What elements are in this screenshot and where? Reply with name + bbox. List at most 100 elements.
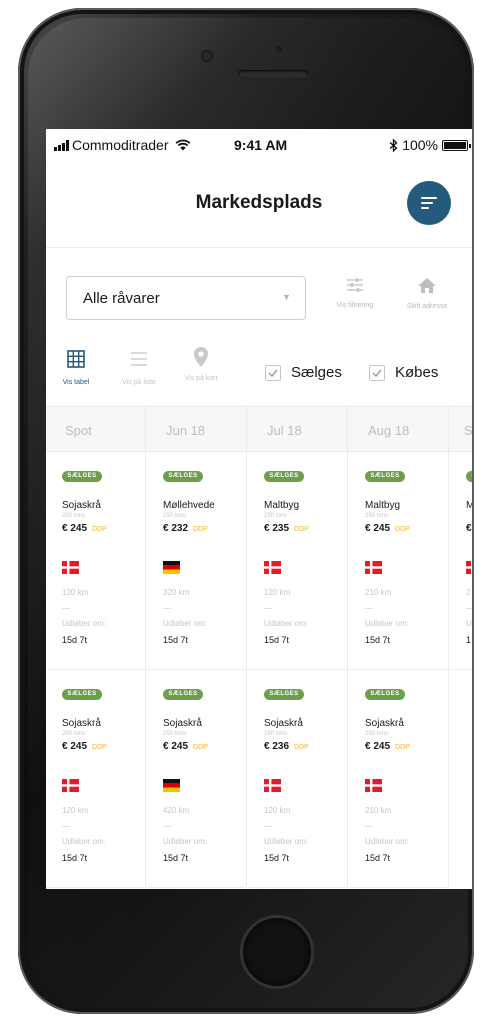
divider: [264, 826, 272, 827]
checkbox-selling-label: Sælges: [291, 364, 342, 381]
delivery-term: DDP: [294, 744, 309, 751]
price-value: € 236: [264, 741, 290, 752]
divider: [62, 608, 70, 609]
offer-cell[interactable]: SÆLGES Sojaskrå 250 tons € 236 DDP 120 km Udlø…: [248, 670, 348, 888]
offer-cell[interactable]: SÆLGES Sojaskrå 250 tons € 245 DDP 210 km Udlø…: [349, 670, 449, 888]
proximity-sensor: [276, 46, 282, 52]
home-icon: [418, 278, 436, 293]
wifi-icon: [176, 139, 191, 151]
offer-cell[interactable]: SÆLGES Sojaskrå 250 tons € 245 DDP 120 km Udlø…: [46, 452, 146, 670]
product-name: M: [466, 500, 472, 511]
column-header-spot[interactable]: Spot: [46, 407, 146, 453]
offer-cell[interactable]: SÆLGES Sojaskrå 250 tons € 245 DDP 120 km Udlø…: [46, 670, 146, 888]
view-table-tab[interactable]: Vis tabel: [56, 350, 96, 386]
offer-cell[interactable]: SÆLGES Maltbyg 250 tons € 235 DDP 120 km Udløb…: [248, 452, 348, 670]
expires-value: 15d 7t: [264, 853, 290, 863]
price-value: € 235: [264, 523, 290, 534]
price: € 245 DDP: [365, 741, 410, 752]
denmark-flag-icon: [365, 779, 382, 792]
delivery-term: DDP: [395, 744, 410, 751]
price: € 245 DDP: [163, 741, 208, 752]
app-header: Markedsplads: [46, 159, 472, 248]
selling-badge: SÆLGES: [163, 689, 203, 700]
offer-cell[interactable]: SÆLGES Maltbyg 250 tons € 245 DDP 210 km Udløb…: [349, 452, 449, 670]
map-pin-icon: [194, 347, 208, 367]
expires-label: Udløber om:: [163, 837, 208, 846]
view-map-tab[interactable]: Vis på kort: [176, 346, 226, 382]
app-screen: Commoditrader 9:41 AM 100% Markedsplads: [46, 129, 472, 889]
distance: 120 km: [264, 588, 291, 597]
expires-value: 15d 7t: [365, 853, 391, 863]
expires-label: Udløber om:: [264, 619, 309, 628]
checkbox-selling-box[interactable]: [265, 364, 281, 381]
change-address-button[interactable]: Skift adresse: [395, 277, 459, 310]
quantity: 250 tons: [264, 513, 288, 519]
product-name: Sojaskrå: [163, 718, 202, 729]
expires-label: Udløber om:: [365, 619, 410, 628]
expires-label: Udløber om:: [62, 619, 107, 628]
carrier-name: Commoditrader: [72, 137, 169, 153]
distance: 320 km: [163, 588, 190, 597]
expires-label: Udløber om:: [62, 837, 107, 846]
home-button[interactable]: [240, 915, 314, 989]
checkmark-icon: [372, 369, 382, 377]
table-grid-icon: [67, 350, 85, 368]
offer-cell[interactable]: SÆLGES Møllehvede 250 tons € 232 DDP 320 km Ud…: [147, 452, 247, 670]
price-value: € 245: [365, 741, 391, 752]
checkbox-buying-box[interactable]: [369, 364, 385, 381]
price: € 236 DDP: [264, 741, 309, 752]
delivery-term: DDP: [294, 526, 309, 533]
commodity-dropdown[interactable]: Alle råvarer ▼: [66, 276, 306, 320]
checkbox-buying-label: Købes: [395, 364, 439, 381]
price: € 245 DDP: [62, 523, 107, 534]
distance: 210 km: [365, 806, 392, 815]
expires-label: Udløber om:: [466, 619, 472, 628]
menu-button[interactable]: [407, 181, 451, 225]
checkbox-buying[interactable]: Købes: [369, 364, 438, 381]
selling-badge: SÆLGES: [365, 471, 405, 482]
column-header-jun[interactable]: Jun 18: [147, 407, 247, 453]
denmark-flag-icon: [466, 561, 472, 574]
list-icon: [131, 352, 147, 366]
battery-icon: [442, 139, 471, 151]
product-name: Sojaskrå: [62, 718, 101, 729]
divider: [365, 826, 373, 827]
denmark-flag-icon: [365, 561, 382, 574]
divider: [466, 608, 472, 609]
bluetooth-icon: [389, 138, 398, 152]
quantity: 250 tons: [163, 731, 187, 737]
column-header-sep[interactable]: S: [450, 407, 472, 453]
denmark-flag-icon: [264, 561, 281, 574]
checkbox-selling[interactable]: Sælges: [265, 364, 342, 381]
expires-value: 15d 7t: [163, 635, 189, 645]
price-value: € 245: [62, 523, 88, 534]
view-list-tab[interactable]: Vis på liste: [110, 350, 168, 386]
selling-badge: SÆLGES: [163, 471, 203, 482]
view-table-label: Vis tabel: [62, 379, 90, 386]
delivery-term: DDP: [92, 744, 107, 751]
price-value: €: [466, 523, 472, 534]
product-name: Sojaskrå: [264, 718, 303, 729]
divider: [163, 608, 171, 609]
germany-flag-icon: [163, 561, 180, 574]
chevron-down-icon: ▼: [282, 292, 291, 302]
clock: 9:41 AM: [234, 137, 288, 153]
filter-button[interactable]: Vis filtrering: [327, 277, 383, 309]
expires-label: Udløber om:: [365, 837, 410, 846]
quantity: 250 tons: [264, 731, 288, 737]
divider: [365, 608, 373, 609]
offer-cell[interactable]: SÆLGES Sojaskrå 250 tons € 245 DDP 420 km Udlø…: [147, 670, 247, 888]
price: € 245 DDP: [62, 741, 107, 752]
column-header-aug[interactable]: Aug 18: [349, 407, 449, 453]
expires-value: 15d 7t: [62, 635, 88, 645]
selling-badge: SÆLGES: [365, 689, 405, 700]
delivery-term: DDP: [193, 744, 208, 751]
market-table: Spot Jun 18 Jul 18 Aug 18 S SÆLGES Sojask…: [46, 406, 472, 889]
column-header-jul[interactable]: Jul 18: [248, 407, 348, 453]
menu-icon: [421, 197, 437, 209]
filter-label: Vis filtrering: [336, 302, 374, 309]
price-value: € 245: [62, 741, 88, 752]
denmark-flag-icon: [62, 779, 79, 792]
offer-cell[interactable]: SÆLGES M €2 Udløber om: 1: [450, 452, 472, 670]
distance: 420 km: [163, 806, 190, 815]
